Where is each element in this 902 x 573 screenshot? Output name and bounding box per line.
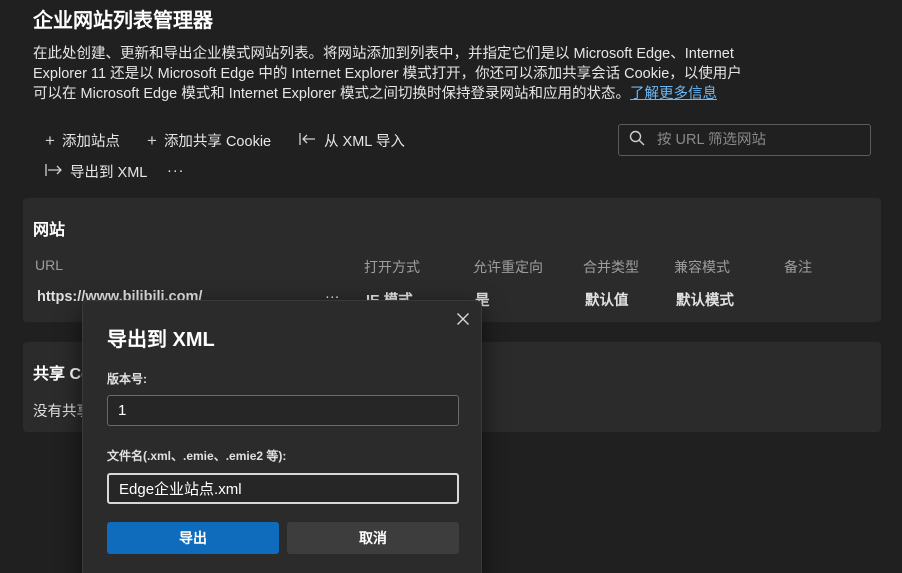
export-dialog: 导出到 XML 版本号: 文件名(.xml、.emie、.emie2 等): 导…	[82, 300, 482, 573]
export-xml-button[interactable]: 导出到 XML	[45, 159, 147, 183]
column-comment: 备注	[784, 259, 812, 275]
version-label: 版本号:	[107, 372, 147, 386]
add-site-label: 添加站点	[61, 133, 120, 150]
learn-more-link[interactable]: 了解更多信息	[630, 86, 717, 102]
page-title: 企业网站列表管理器	[33, 10, 213, 32]
version-input[interactable]	[107, 395, 459, 426]
add-cookie-label: 添加共享 Cookie	[163, 133, 272, 150]
column-merge-type: 合并类型	[583, 259, 639, 275]
search-icon	[629, 130, 645, 151]
column-compat-mode: 兼容模式	[674, 259, 730, 275]
import-xml-label: 从 XML 导入	[324, 133, 405, 150]
export-arrow-icon	[45, 163, 63, 180]
close-icon	[457, 313, 469, 325]
column-open-in: 打开方式	[364, 259, 420, 275]
site-compat-mode: 默认模式	[676, 293, 734, 309]
plus-icon: +	[45, 130, 55, 150]
column-url: URL	[35, 257, 64, 273]
export-button[interactable]: 导出	[107, 522, 279, 554]
close-button[interactable]	[451, 307, 475, 331]
import-xml-button[interactable]: 从 XML 导入	[299, 128, 405, 152]
filename-input[interactable]	[107, 473, 459, 504]
page-description: 在此处创建、更新和导出企业模式网站列表。将网站添加到列表中，并指定它们是以 Mi…	[33, 44, 753, 104]
site-merge-type: 默认值	[585, 293, 629, 309]
search-box[interactable]	[618, 124, 871, 156]
column-allow-redirect: 允许重定向	[473, 259, 543, 275]
add-cookie-button[interactable]: + 添加共享 Cookie	[147, 128, 271, 152]
import-arrow-icon	[299, 132, 317, 149]
dialog-title: 导出到 XML	[107, 329, 215, 351]
more-options-button[interactable]: ···	[167, 159, 185, 183]
sites-title: 网站	[33, 222, 66, 239]
plus-icon: +	[147, 130, 157, 150]
export-xml-label: 导出到 XML	[70, 164, 148, 181]
add-site-button[interactable]: + 添加站点	[45, 128, 120, 152]
filename-label: 文件名(.xml、.emie、.emie2 等):	[107, 449, 287, 463]
search-input[interactable]	[657, 132, 847, 148]
cancel-button[interactable]: 取消	[287, 522, 459, 554]
